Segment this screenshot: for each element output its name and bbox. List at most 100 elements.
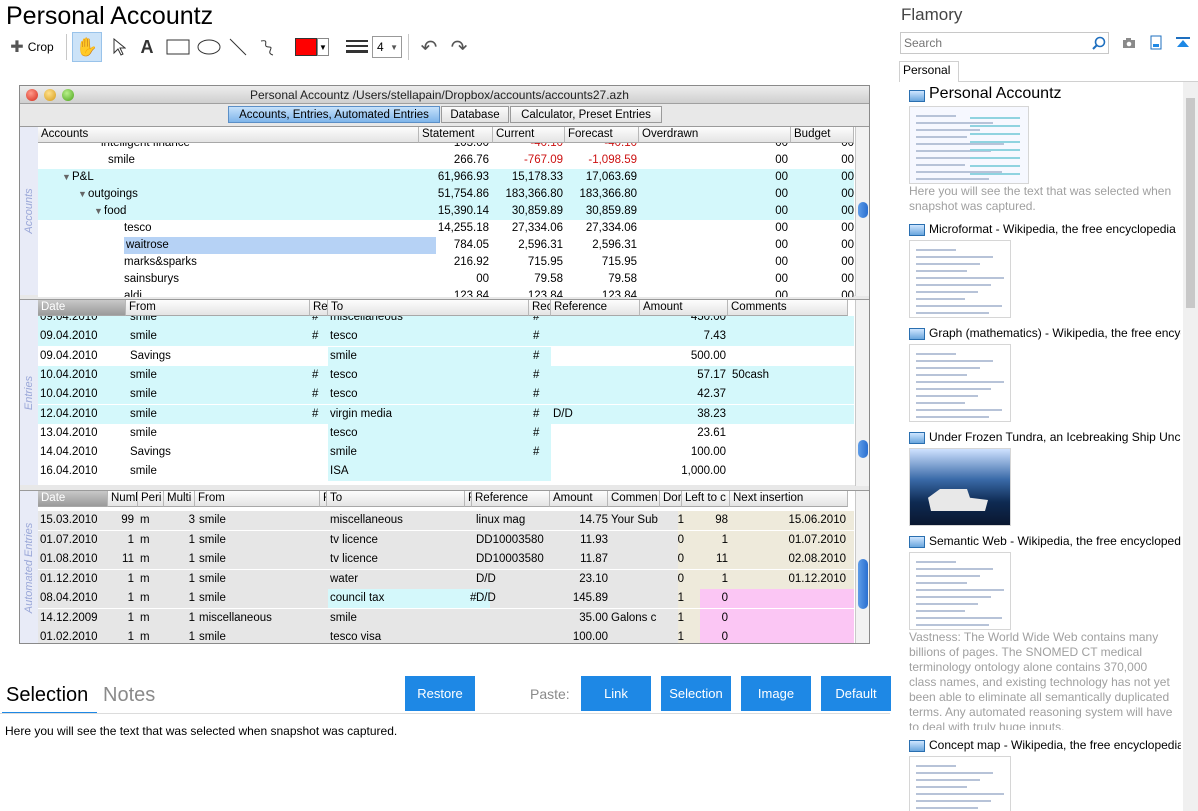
table-row: tesco 14,255.18 27,334.06 27,334.06 00 00 [38,220,854,237]
line-width-select[interactable]: 4 ▼ [372,32,402,62]
paste-default-button[interactable]: Default [821,676,891,711]
table-cell: # [533,446,540,459]
table-cell: 57.17 [697,368,726,381]
table-cell [732,385,850,404]
undo-button[interactable]: ↶ [414,32,444,62]
search-input[interactable] [904,33,1084,52]
tab-notes[interactable]: Notes [103,684,155,707]
table-cell: smile [330,349,357,362]
table-cell: 09.04.2010 [40,349,98,362]
pointer-tool-button[interactable] [106,32,132,62]
table-cell: 0 [721,631,728,643]
search-icon[interactable] [1092,36,1106,50]
rectangle-icon [166,39,190,55]
flamory-scrollbar[interactable] [1183,82,1198,811]
table-row: aldi 123.84 123.84 123.84 00 00 [38,288,854,297]
tab-selection[interactable]: Selection [6,684,88,707]
flamory-card-title: Personal Accountz [929,85,1062,102]
flamory-scroll-thumb[interactable] [1186,98,1195,308]
table-cell: Your Sub [611,514,658,526]
table-cell [732,443,850,462]
table-cell: DD10003580 [476,533,544,546]
thumb-line [916,786,967,788]
thumb-line [916,249,956,251]
table-cell: 0 [721,611,728,624]
table-cell: 14.12.2009 [40,611,98,624]
table-cell: 01.12.2010 [788,572,846,585]
paste-selection-button[interactable]: Selection [661,676,731,711]
table-cell: 1 [677,631,684,643]
thumb-line [916,402,965,404]
table-cell: 00 [775,205,788,217]
search-box[interactable] [900,32,1109,54]
thumb-line [916,793,1004,795]
table-cell: 02.08.2010 [788,553,846,565]
accounts-side-label: Accounts [23,188,35,234]
table-cell: 79.58 [534,273,563,285]
table-cell: smile [199,553,226,565]
thumb-line [916,603,978,605]
table-cell: 16.04.2010 [40,465,98,478]
table-cell: 00 [841,188,854,200]
table-cell: 1 [721,572,728,585]
table-header: Rec [529,300,551,316]
table-row: 12.04.2010 smile # virgin media # D/D 38.23 [38,404,854,424]
thumb-line [916,291,978,293]
crop-icon: ✚ [10,39,24,56]
crop-button[interactable]: ✚ Crop [6,32,58,62]
table-cell: 00 [841,256,854,268]
color-picker[interactable]: ▼ [292,32,332,62]
zoom-dot-icon [62,89,74,101]
thumb-line [970,141,1020,143]
table-cell: smile [199,572,226,585]
table-cell: 1 [188,533,195,546]
table-cell: 500.00 [690,349,726,362]
freehand-tool-button[interactable] [254,32,280,62]
paste-link-button[interactable]: Link [581,676,651,711]
table-cell: miscellaneous [199,611,272,624]
redo-icon: ↷ [450,36,468,59]
table-cell: 1 [188,631,195,643]
table-cell: 79.58 [608,273,637,285]
text-icon: A [140,36,154,57]
thumb-line [916,624,989,626]
table-cell: 00 [841,239,854,251]
table-cell [732,347,850,366]
restore-button[interactable]: Restore [405,676,475,711]
thumb-line [916,164,965,166]
ellipse-tool-button[interactable] [194,32,224,62]
table-cell: # [312,330,319,343]
redo-button[interactable]: ↷ [444,32,474,62]
line-tool-button[interactable] [225,32,251,62]
table-cell: Savings [130,349,171,362]
thumb-line [916,765,956,767]
table-header: From [126,300,310,316]
thumb-line [916,416,989,418]
rectangle-tool-button[interactable] [163,32,193,62]
paste-image-button[interactable]: Image [741,676,811,711]
document-icon[interactable] [1150,35,1162,50]
snapshot-thumbnail [909,756,1011,811]
table-cell: 35.00 [579,611,608,624]
table-cell: 11 [716,553,728,565]
thumb-line [916,143,1004,145]
hand-tool-button[interactable]: ✋ [72,32,102,62]
table-cell: 27,334.06 [585,222,637,234]
table-cell: tesco [330,368,358,381]
text-tool-button[interactable]: A [135,32,159,62]
table-cell: 27,334.06 [511,222,563,234]
table-cell: smile [130,388,157,401]
thumb-line [916,305,1002,307]
camera-icon[interactable] [1122,37,1136,49]
table-header: Peri [138,491,164,507]
table-cell: # [533,426,540,439]
table-row: 10.04.2010 smile # tesco #57.17 50cash [38,365,854,385]
collapse-top-icon[interactable] [1176,36,1190,50]
table-cell [553,424,638,443]
table-cell: 00 [775,239,788,251]
table-cell: 01.07.2010 [788,533,846,546]
table-cell: 00 [841,171,854,183]
table-cell: 01.02.2010 [40,631,98,643]
disclosure-icon: ▼ [94,206,103,216]
entries-scrollbar [855,300,869,486]
